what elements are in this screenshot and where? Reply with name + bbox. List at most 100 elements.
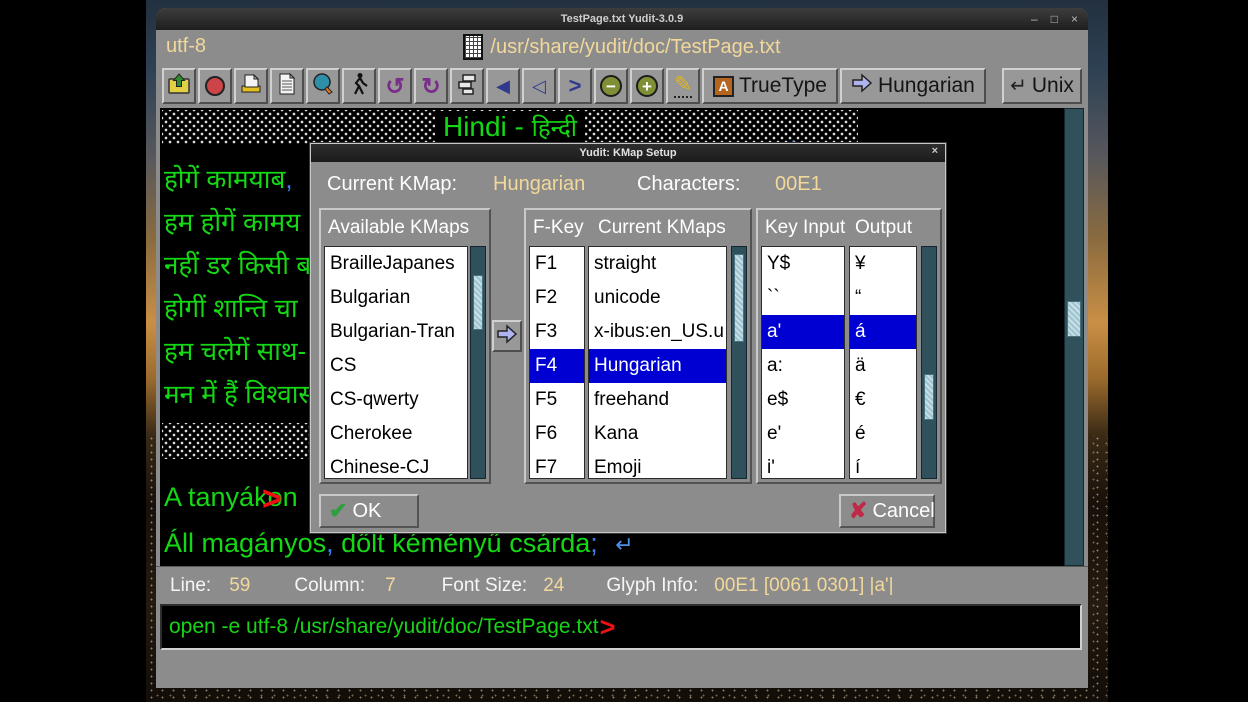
zoom-in-button[interactable]: +: [630, 68, 664, 104]
previous-button[interactable]: ◁: [522, 68, 556, 104]
list-item[interactable]: F6: [530, 417, 584, 451]
list-item[interactable]: F7: [530, 451, 584, 479]
list-item[interactable]: ¥: [850, 247, 916, 281]
zoom-out-button[interactable]: −: [594, 68, 628, 104]
ok-button[interactable]: ✔ OK: [319, 494, 419, 528]
list-item[interactable]: Emoji: [589, 451, 726, 479]
current-kmaps-column[interactable]: straight unicode x-ibus:en_US.u Hungaria…: [588, 246, 727, 479]
list-item[interactable]: “: [850, 281, 916, 315]
truetype-a-icon: A: [713, 76, 734, 97]
fkey-kmaps-scrollbar[interactable]: [731, 246, 747, 479]
list-item-selected[interactable]: á: [850, 315, 916, 349]
redo-button[interactable]: ↻: [414, 68, 448, 104]
scrollbar-thumb[interactable]: [734, 254, 744, 342]
available-kmaps-list[interactable]: BrailleJapanes Bulgarian Bulgarian-Tran …: [324, 246, 468, 479]
list-item[interactable]: í: [850, 451, 916, 479]
list-item[interactable]: F3: [530, 315, 584, 349]
open-button[interactable]: [162, 68, 196, 104]
key-output-scrollbar[interactable]: [921, 246, 937, 479]
window-titlebar[interactable]: TestPage.txt Yudit-3.0.9 – □ ×: [156, 8, 1088, 30]
walking-person-icon: [348, 72, 370, 101]
search-button[interactable]: [306, 68, 340, 104]
column-label: Column:: [294, 575, 365, 597]
list-item-selected[interactable]: Hungarian: [589, 349, 726, 383]
test-run-button[interactable]: [342, 68, 376, 104]
command-line[interactable]: open -e utf-8 /usr/share/yudit/doc/TestP…: [160, 604, 1082, 650]
output-column[interactable]: ¥ “ á ä € é í: [849, 246, 917, 479]
arrow-right-icon: [496, 323, 518, 350]
list-item[interactable]: CS-qwerty: [325, 383, 467, 417]
list-item-selected[interactable]: a': [762, 315, 844, 349]
list-item[interactable]: straight: [589, 247, 726, 281]
list-item[interactable]: freehand: [589, 383, 726, 417]
pencil-icon: ✎: [674, 74, 692, 98]
plus-circle-icon: +: [636, 75, 658, 97]
characters-value: 00E1: [775, 173, 822, 196]
freehand-button[interactable]: ✎: [666, 68, 700, 104]
record-button[interactable]: [198, 68, 232, 104]
list-item[interactable]: F1: [530, 247, 584, 281]
key-input-output-panel: Key Input Output Y$ `` a' a: e$ e' i' ¥ …: [756, 208, 942, 484]
text-line: मन में हैं विश्वास: [164, 375, 316, 411]
list-item[interactable]: e$: [762, 383, 844, 417]
list-item[interactable]: unicode: [589, 281, 726, 315]
newline-mark-icon: ↵: [615, 532, 633, 557]
print-button[interactable]: [234, 68, 268, 104]
text-line: होगें कामयाब,: [164, 160, 293, 196]
minimize-button[interactable]: –: [1031, 12, 1038, 26]
line-value: 59: [229, 575, 250, 597]
list-item[interactable]: Cherokee: [325, 417, 467, 451]
line-ending-label: Unix: [1032, 74, 1074, 98]
fkey-column[interactable]: F1 F2 F3 F4 F5 F6 F7: [529, 246, 585, 479]
column-value: 7: [385, 575, 396, 597]
undo-button[interactable]: ↺: [378, 68, 412, 104]
scrollbar-thumb[interactable]: [924, 374, 934, 420]
file-path-group: /usr/share/yudit/doc/TestPage.txt: [156, 30, 1088, 64]
toolbar: ↺ ↻ ◀ ◁ > − + ✎ A TrueType Hungarian ↵ U…: [156, 64, 1088, 108]
current-kmap-label: Current KMap:: [327, 173, 457, 196]
cancel-button[interactable]: ✘ Cancel: [839, 494, 935, 528]
list-item[interactable]: BrailleJapanes: [325, 247, 467, 281]
list-item[interactable]: F5: [530, 383, 584, 417]
assign-kmap-button[interactable]: [492, 320, 522, 352]
editor-scrollbar[interactable]: [1064, 108, 1084, 566]
line-ending-button[interactable]: ↵ Unix: [1002, 68, 1082, 104]
font-button[interactable]: A TrueType: [702, 68, 838, 104]
list-item[interactable]: F2: [530, 281, 584, 315]
charmap-icon[interactable]: [463, 34, 483, 60]
list-item[interactable]: Kana: [589, 417, 726, 451]
window-title: TestPage.txt Yudit-3.0.9: [561, 13, 683, 25]
key-input-column[interactable]: Y$ `` a' a: e$ e' i': [761, 246, 845, 479]
list-item[interactable]: a:: [762, 349, 844, 383]
list-item[interactable]: ``: [762, 281, 844, 315]
list-item[interactable]: €: [850, 383, 916, 417]
list-item[interactable]: Chinese-CJ: [325, 451, 467, 479]
record-icon: [205, 76, 225, 96]
list-item[interactable]: x-ibus:en_US.u: [589, 315, 726, 349]
hindi-heading-devanagari: हिन्दी: [532, 115, 577, 142]
characters-label: Characters:: [637, 173, 740, 196]
editor-scrollbar-thumb[interactable]: [1067, 301, 1081, 337]
list-item[interactable]: e': [762, 417, 844, 451]
list-item[interactable]: Bulgarian-Tran: [325, 315, 467, 349]
available-kmaps-scrollbar[interactable]: [470, 246, 486, 479]
list-item[interactable]: é: [850, 417, 916, 451]
kmap-button[interactable]: Hungarian: [840, 68, 986, 104]
list-item-selected[interactable]: F4: [530, 349, 584, 383]
first-button[interactable]: ◀: [486, 68, 520, 104]
list-item[interactable]: ä: [850, 349, 916, 383]
dialog-close-button[interactable]: ×: [932, 145, 938, 157]
next-button[interactable]: >: [558, 68, 592, 104]
list-item[interactable]: CS: [325, 349, 467, 383]
document-button[interactable]: [270, 68, 304, 104]
close-button[interactable]: ×: [1071, 12, 1078, 26]
scrollbar-thumb[interactable]: [473, 275, 483, 330]
list-item[interactable]: Y$: [762, 247, 844, 281]
dialog-titlebar[interactable]: Yudit: KMap Setup ×: [311, 144, 945, 162]
list-item[interactable]: i': [762, 451, 844, 479]
output-header: Output: [855, 217, 912, 239]
maximize-button[interactable]: □: [1051, 12, 1058, 26]
line-label: Line:: [170, 575, 211, 597]
list-item[interactable]: Bulgarian: [325, 281, 467, 315]
arrange-windows-button[interactable]: [450, 68, 484, 104]
